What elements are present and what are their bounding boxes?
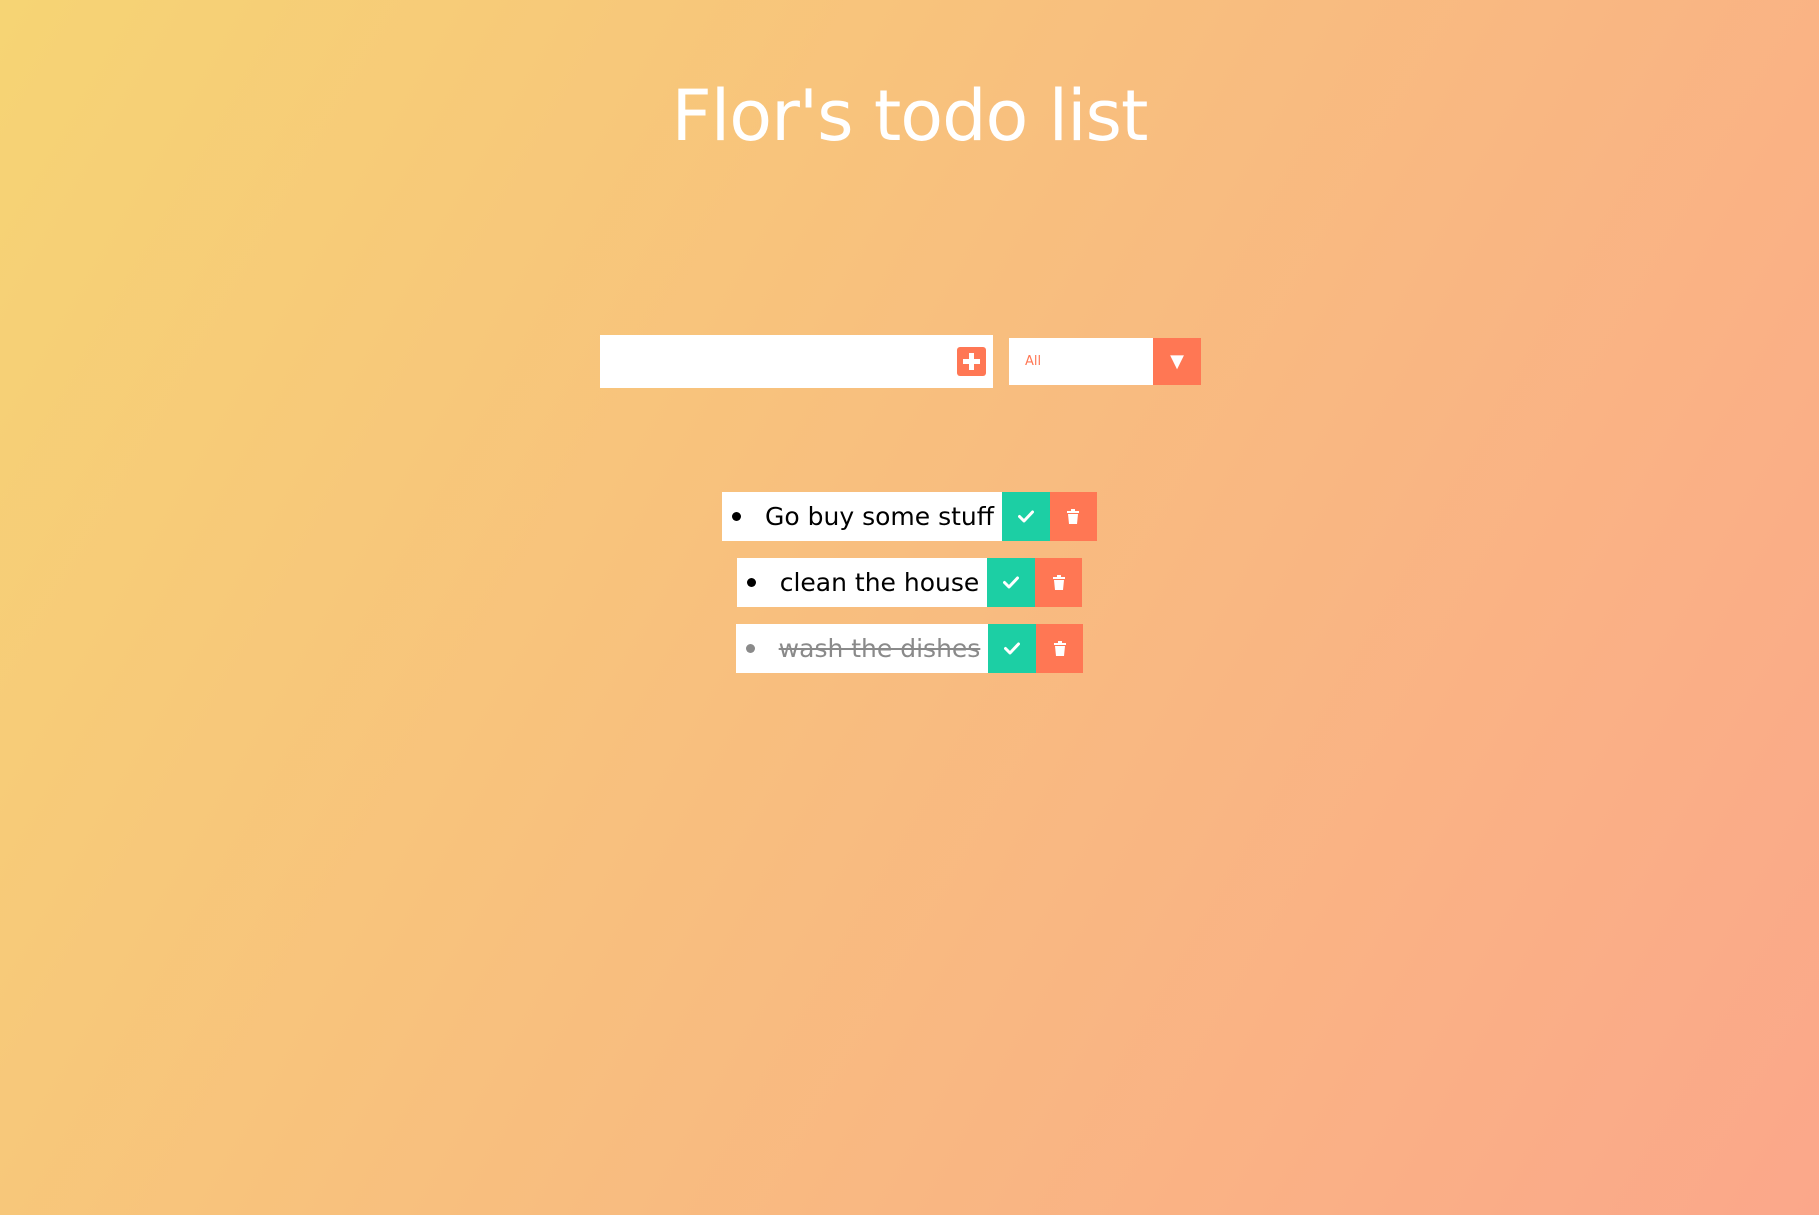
todo-box: wash the dishes [735,624,1084,673]
bullet-icon [746,578,756,587]
triangle-down-icon: ▼ [1170,351,1184,372]
filter-dropdown-button[interactable]: ▼ [1153,338,1201,385]
todo-form: All ▼ [600,335,1202,388]
todo-box: clean the house [736,558,1083,607]
todo-item-completed: wash the dishes [0,624,1819,673]
plus-icon [963,353,980,370]
todo-text-container: wash the dishes [735,624,989,673]
delete-button[interactable] [1049,492,1097,541]
todo-text: Go buy some stuff [765,502,994,531]
todo-box: Go buy some stuff [722,492,1097,541]
trash-icon [1067,508,1080,524]
trash-icon [1052,574,1065,590]
complete-button[interactable] [1001,492,1050,541]
todo-text: wash the dishes [778,634,981,663]
add-todo-button[interactable] [957,347,986,376]
bullet-icon [732,512,742,521]
todo-text: clean the house [779,568,980,597]
todo-text-container: Go buy some stuff [722,492,1002,541]
complete-button[interactable] [988,624,1037,673]
todo-item: clean the house [0,558,1819,607]
complete-button[interactable] [987,558,1036,607]
todo-text-container: clean the house [736,558,988,607]
todo-item: Go buy some stuff [0,492,1819,541]
check-icon [1017,510,1034,523]
check-icon [1004,642,1021,655]
check-icon [1003,576,1020,589]
trash-icon [1053,640,1066,656]
bullet-icon [745,644,755,653]
filter-selected-value: All [1025,354,1042,369]
todo-input-container [600,335,993,388]
todo-list: Go buy some stuff clean the house wash t… [0,492,1819,690]
page-title: Flor's todo list [671,75,1149,157]
filter-select[interactable]: All ▼ [1009,338,1201,385]
todo-input[interactable] [600,335,950,388]
delete-button[interactable] [1035,558,1083,607]
delete-button[interactable] [1036,624,1084,673]
